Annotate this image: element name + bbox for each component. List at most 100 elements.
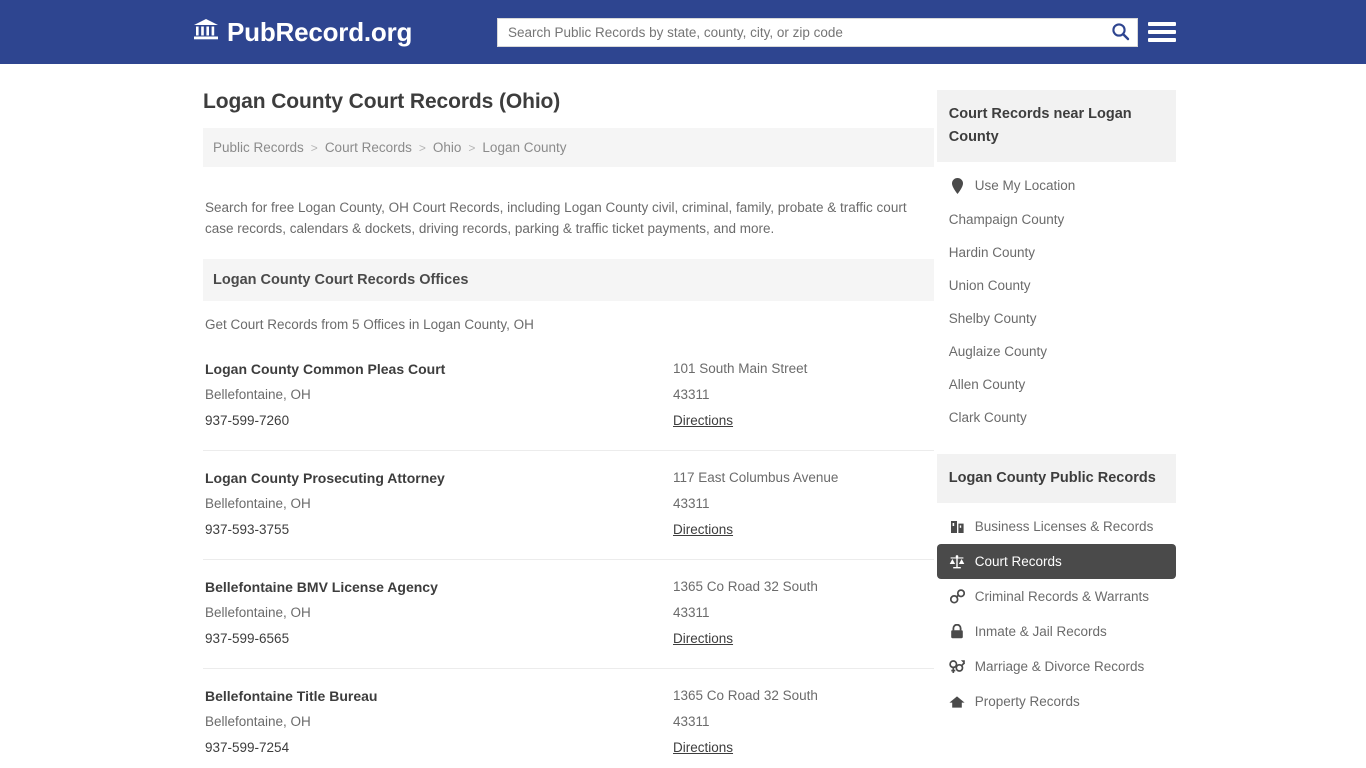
office-address: 101 South Main Street xyxy=(673,360,808,376)
office-name[interactable]: Bellefontaine BMV License Agency xyxy=(205,574,673,600)
breadcrumb-separator: > xyxy=(468,140,476,155)
office-phone[interactable]: 937-593-3755 xyxy=(205,517,673,543)
office-zip: 43311 xyxy=(673,713,710,729)
search-bar[interactable] xyxy=(497,18,1138,47)
page-title: Logan County Court Records (Ohio) xyxy=(203,90,561,113)
venus-mars-icon xyxy=(949,658,966,675)
near-counties-heading: Court Records near Logan County xyxy=(936,90,1176,162)
county-label: Shelby County xyxy=(948,311,1037,326)
sidebar-item-hardin-county[interactable]: Hardin County xyxy=(937,236,1176,269)
office-zip: 43311 xyxy=(673,495,710,511)
directions-link[interactable]: Directions xyxy=(673,517,733,543)
hamburger-menu-icon[interactable] xyxy=(1148,18,1176,46)
use-my-location-button[interactable]: Use My Location xyxy=(937,168,1176,203)
breadcrumb-item-logan-county[interactable]: Logan County xyxy=(482,140,566,155)
record-type-label: Property Records xyxy=(974,694,1080,709)
sidebar-item-criminal-records[interactable]: Criminal Records & Warrants xyxy=(937,579,1176,614)
county-label: Hardin County xyxy=(948,245,1036,260)
offices-list: Logan County Common Pleas Court Bellefon… xyxy=(203,342,934,768)
site-logo[interactable]: PubRecord.org xyxy=(193,17,412,48)
office-address-block: 1365 Co Road 32 South 43311 Directions xyxy=(673,574,932,652)
breadcrumb-item-public-records[interactable]: Public Records xyxy=(213,140,304,155)
county-label: Auglaize County xyxy=(948,344,1048,359)
offices-section-heading: Logan County Court Records Offices xyxy=(203,258,934,301)
office-info: Logan County Common Pleas Court Bellefon… xyxy=(205,356,673,434)
office-info: Bellefontaine BMV License Agency Bellefo… xyxy=(205,574,673,652)
lock-icon xyxy=(949,623,966,640)
map-pin-icon xyxy=(949,177,966,194)
sidebar-item-clark-county[interactable]: Clark County xyxy=(937,401,1176,434)
office-phone[interactable]: 937-599-7260 xyxy=(205,408,673,434)
table-row: Bellefontaine BMV License Agency Bellefo… xyxy=(203,560,934,669)
page-intro-text: Search for free Logan County, OH Court R… xyxy=(205,199,907,236)
breadcrumb-separator: > xyxy=(418,140,426,155)
briefcase-icon xyxy=(949,518,966,535)
breadcrumb-item-ohio[interactable]: Ohio xyxy=(433,140,462,155)
county-label: Clark County xyxy=(948,410,1027,425)
office-name[interactable]: Logan County Prosecuting Attorney xyxy=(205,465,673,491)
office-city: Bellefontaine, OH xyxy=(205,713,311,729)
handcuffs-icon xyxy=(949,588,966,605)
record-type-label: Court Records xyxy=(974,554,1062,569)
public-records-panel: Logan County Public Records Business Lic… xyxy=(936,454,1176,719)
breadcrumb: Public Records > Court Records > Ohio > … xyxy=(203,128,934,167)
county-label: Champaign County xyxy=(948,212,1065,227)
page-body: Logan County Court Records (Ohio) Public… xyxy=(0,64,1366,768)
office-phone[interactable]: 937-599-7254 xyxy=(205,735,673,761)
table-row: Bellefontaine Title Bureau Bellefontaine… xyxy=(203,669,934,768)
table-row: Logan County Prosecuting Attorney Bellef… xyxy=(203,451,934,560)
near-counties-panel: Court Records near Logan County Use My L… xyxy=(936,90,1176,434)
sidebar-item-union-county[interactable]: Union County xyxy=(937,269,1176,302)
hamburger-bar xyxy=(1148,22,1176,26)
hamburger-bar xyxy=(1148,30,1176,34)
directions-link[interactable]: Directions xyxy=(673,408,733,434)
table-row: Logan County Common Pleas Court Bellefon… xyxy=(203,342,934,451)
record-type-label: Business Licenses & Records xyxy=(974,519,1154,534)
office-address-block: 1365 Co Road 32 South 43311 Directions xyxy=(673,683,932,761)
record-type-label: Inmate & Jail Records xyxy=(974,624,1107,639)
bank-building-icon xyxy=(193,17,219,48)
office-name[interactable]: Logan County Common Pleas Court xyxy=(205,356,673,382)
sidebar-item-business-licenses[interactable]: Business Licenses & Records xyxy=(937,509,1176,544)
sidebar-item-property-records[interactable]: Property Records xyxy=(937,684,1176,719)
house-icon xyxy=(949,693,966,710)
main-content: Logan County Court Records (Ohio) Public… xyxy=(203,64,934,768)
use-my-location-label: Use My Location xyxy=(974,178,1076,193)
county-label: Allen County xyxy=(948,377,1026,392)
brand-name: PubRecord.org xyxy=(227,16,413,47)
office-address: 117 East Columbus Avenue xyxy=(673,469,839,485)
sidebar-item-auglaize-county[interactable]: Auglaize County xyxy=(937,335,1176,368)
office-zip: 43311 xyxy=(673,386,710,402)
office-address: 1365 Co Road 32 South xyxy=(673,687,818,703)
record-type-label: Marriage & Divorce Records xyxy=(974,659,1145,674)
search-icon xyxy=(1111,22,1130,44)
office-zip: 43311 xyxy=(673,604,710,620)
sidebar-item-marriage-divorce-records[interactable]: Marriage & Divorce Records xyxy=(937,649,1176,684)
office-info: Logan County Prosecuting Attorney Bellef… xyxy=(205,465,673,543)
record-type-label: Criminal Records & Warrants xyxy=(974,589,1150,604)
hamburger-bar xyxy=(1148,38,1176,42)
breadcrumb-separator: > xyxy=(310,140,318,155)
sidebar-item-champaign-county[interactable]: Champaign County xyxy=(937,203,1176,236)
sidebar-item-inmate-jail-records[interactable]: Inmate & Jail Records xyxy=(937,614,1176,649)
site-header: PubRecord.org xyxy=(0,0,1366,64)
breadcrumb-item-court-records[interactable]: Court Records xyxy=(325,140,412,155)
search-button[interactable] xyxy=(1103,19,1137,46)
office-address-block: 101 South Main Street 43311 Directions xyxy=(673,356,932,434)
office-city: Bellefontaine, OH xyxy=(205,495,311,511)
search-input[interactable] xyxy=(498,19,1103,46)
public-records-heading: Logan County Public Records xyxy=(936,454,1176,503)
office-phone[interactable]: 937-599-6565 xyxy=(205,626,673,652)
office-address-block: 117 East Columbus Avenue 43311 Direction… xyxy=(673,465,932,543)
county-label: Union County xyxy=(948,278,1031,293)
office-name[interactable]: Bellefontaine Title Bureau xyxy=(205,683,673,709)
sidebar-item-court-records[interactable]: Court Records xyxy=(936,544,1176,579)
directions-link[interactable]: Directions xyxy=(673,626,733,652)
office-info: Bellefontaine Title Bureau Bellefontaine… xyxy=(205,683,673,761)
public-records-list: Business Licenses & Records Court Record… xyxy=(936,503,1176,719)
sidebar-item-allen-county[interactable]: Allen County xyxy=(937,368,1176,401)
office-address: 1365 Co Road 32 South xyxy=(673,578,818,594)
directions-link[interactable]: Directions xyxy=(673,735,733,761)
sidebar: Court Records near Logan County Use My L… xyxy=(936,64,1176,719)
sidebar-item-shelby-county[interactable]: Shelby County xyxy=(937,302,1176,335)
